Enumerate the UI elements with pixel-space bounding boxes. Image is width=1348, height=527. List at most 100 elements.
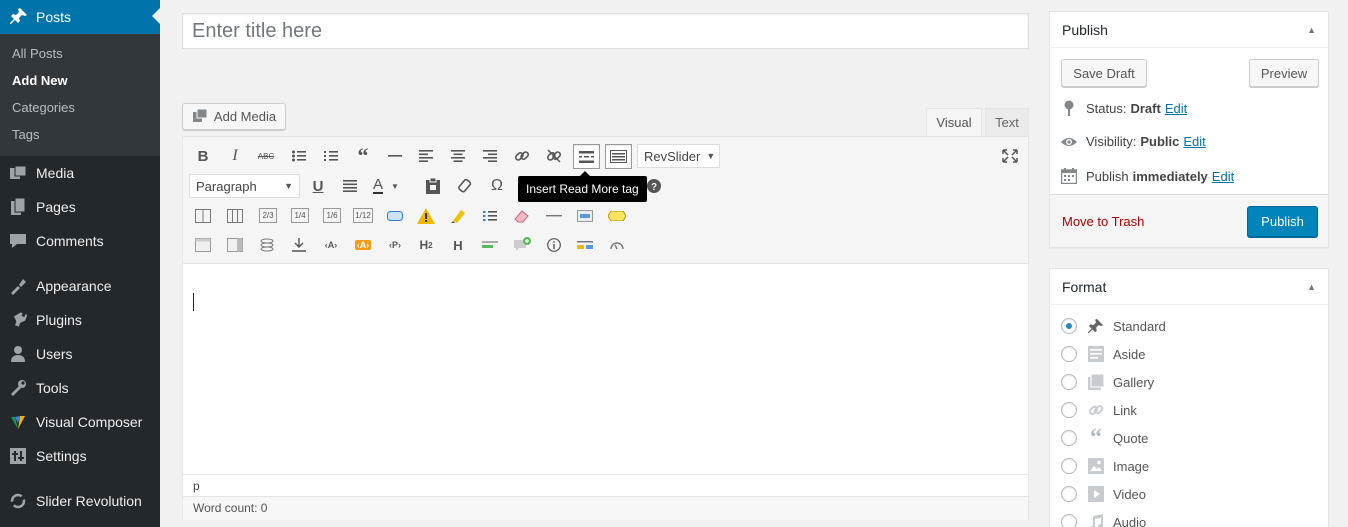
format-radio-audio[interactable] bbox=[1061, 514, 1077, 527]
format-option-audio[interactable]: Audio bbox=[1061, 511, 1146, 527]
format-option-quote[interactable]: “ Quote bbox=[1061, 426, 1148, 450]
fullscreen-icon[interactable] bbox=[998, 144, 1022, 168]
remove-link-button[interactable] bbox=[542, 144, 566, 168]
edit-schedule-link[interactable]: Edit bbox=[1212, 169, 1234, 184]
sidebar-item-slider-revolution[interactable]: Slider Revolution bbox=[0, 484, 160, 518]
format-option-aside[interactable]: Aside bbox=[1061, 343, 1146, 365]
align-left-button[interactable] bbox=[414, 144, 438, 168]
sidebar-item-posts[interactable]: Posts bbox=[0, 0, 160, 34]
format-radio-link[interactable] bbox=[1061, 402, 1077, 418]
quote-speedometer-icon[interactable] bbox=[605, 233, 629, 257]
format-option-image[interactable]: Image bbox=[1061, 455, 1149, 477]
tabs-icon[interactable] bbox=[573, 233, 597, 257]
save-draft-button[interactable]: Save Draft bbox=[1061, 59, 1147, 87]
revslider-dropdown[interactable]: RevSlider ▼ bbox=[637, 144, 720, 168]
paragraph-tag-icon[interactable]: ‹P› bbox=[383, 233, 407, 257]
numbered-list-button[interactable] bbox=[319, 144, 343, 168]
add-comment-icon[interactable] bbox=[510, 233, 534, 257]
italic-button[interactable]: I bbox=[223, 144, 247, 168]
heading-icon[interactable]: H bbox=[446, 233, 470, 257]
format-radio-standard[interactable] bbox=[1061, 318, 1077, 334]
submenu-categories[interactable]: Categories bbox=[0, 94, 160, 121]
eraser-icon[interactable] bbox=[510, 204, 534, 228]
submenu-tags[interactable]: Tags bbox=[0, 121, 160, 148]
submenu-all-posts[interactable]: All Posts bbox=[0, 40, 160, 67]
horizontal-line-button[interactable] bbox=[383, 144, 407, 168]
blockquote-button[interactable]: “ bbox=[351, 143, 375, 168]
align-tag-icon[interactable]: ‹A› bbox=[319, 233, 343, 257]
add-media-button[interactable]: Add Media bbox=[182, 103, 286, 130]
clear-formatting-button[interactable] bbox=[453, 174, 477, 198]
heading2-icon[interactable]: H2 bbox=[414, 233, 438, 257]
column-sixth-icon[interactable]: 1/6 bbox=[323, 208, 341, 223]
button-shortcode-icon[interactable] bbox=[383, 204, 407, 228]
edit-visibility-link[interactable]: Edit bbox=[1183, 134, 1205, 149]
tab-visual[interactable]: Visual bbox=[926, 108, 982, 136]
justify-button[interactable] bbox=[338, 174, 362, 198]
format-radio-image[interactable] bbox=[1061, 458, 1077, 474]
insert-link-button[interactable] bbox=[510, 144, 534, 168]
align-center-button[interactable] bbox=[446, 144, 470, 168]
sidebar-item-comments[interactable]: Comments bbox=[0, 224, 160, 258]
publish-button[interactable]: Publish bbox=[1247, 206, 1318, 237]
sidebar-item-pages[interactable]: Pages bbox=[0, 190, 160, 224]
format-box-header[interactable]: Format ▲ bbox=[1050, 269, 1328, 305]
paste-text-button[interactable] bbox=[421, 174, 445, 198]
format-option-video[interactable]: Video bbox=[1061, 483, 1146, 505]
format-option-gallery[interactable]: Gallery bbox=[1061, 371, 1154, 393]
post-title-input[interactable] bbox=[182, 13, 1029, 49]
strikethrough-button[interactable]: ABC bbox=[254, 144, 278, 168]
sidebar-panel-icon[interactable] bbox=[223, 233, 247, 257]
collapse-arrow-icon[interactable]: ▲ bbox=[1307, 269, 1316, 305]
audio-icon bbox=[1087, 514, 1105, 527]
tab-text[interactable]: Text bbox=[985, 108, 1029, 136]
underline-button[interactable]: U bbox=[306, 174, 330, 198]
tag-shortcode-icon[interactable] bbox=[605, 204, 629, 228]
column-half-icon[interactable] bbox=[191, 204, 215, 228]
download-icon[interactable] bbox=[287, 233, 311, 257]
format-radio-video[interactable] bbox=[1061, 486, 1077, 502]
panel-icon[interactable] bbox=[191, 233, 215, 257]
format-radio-quote[interactable] bbox=[1061, 430, 1077, 446]
format-option-standard[interactable]: Standard bbox=[1061, 315, 1166, 337]
editor-content-area[interactable] bbox=[183, 264, 1028, 474]
column-third-icon[interactable] bbox=[223, 204, 247, 228]
toolbar-toggle-button[interactable] bbox=[605, 144, 632, 169]
edit-status-link[interactable]: Edit bbox=[1165, 101, 1187, 116]
format-radio-aside[interactable] bbox=[1061, 346, 1077, 362]
sidebar-item-appearance[interactable]: Appearance bbox=[0, 269, 160, 303]
publish-box-header[interactable]: Publish ▲ bbox=[1050, 12, 1328, 48]
paragraph-format-select[interactable]: Paragraph ▼ bbox=[189, 174, 300, 198]
sidebar-item-settings[interactable]: Settings bbox=[0, 439, 160, 473]
bold-button[interactable]: B bbox=[191, 144, 215, 168]
highlight-icon[interactable] bbox=[446, 204, 470, 228]
info-icon[interactable] bbox=[542, 233, 566, 257]
text-color-button[interactable]: A ▼ bbox=[370, 174, 410, 198]
checklist-icon[interactable] bbox=[478, 204, 502, 228]
format-option-link[interactable]: Link bbox=[1061, 399, 1137, 421]
sidebar-item-media[interactable]: Media bbox=[0, 156, 160, 190]
sidebar-item-visual-composer[interactable]: Visual Composer bbox=[0, 405, 160, 439]
special-character-button[interactable]: Ω bbox=[485, 174, 509, 198]
submenu-add-new[interactable]: Add New bbox=[0, 67, 160, 94]
divider-icon[interactable] bbox=[542, 204, 566, 228]
warning-icon[interactable] bbox=[414, 204, 438, 228]
format-radio-gallery[interactable] bbox=[1061, 374, 1077, 390]
sidebar-item-plugins[interactable]: Plugins bbox=[0, 303, 160, 337]
sidebar-item-tools[interactable]: Tools bbox=[0, 371, 160, 405]
highlight-tag-icon[interactable]: ‹A› bbox=[351, 233, 375, 257]
image-box-icon[interactable] bbox=[573, 204, 597, 228]
bullet-list-button[interactable] bbox=[287, 144, 311, 168]
column-twelfth-icon[interactable]: 1/12 bbox=[353, 208, 373, 223]
align-right-button[interactable] bbox=[478, 144, 502, 168]
collapse-arrow-icon[interactable]: ▲ bbox=[1307, 12, 1316, 48]
sidebar-item-label: Posts bbox=[36, 9, 72, 25]
column-two-thirds-icon[interactable]: 2/3 bbox=[259, 208, 277, 223]
video-icon bbox=[1087, 486, 1105, 502]
sidebar-item-users[interactable]: Users bbox=[0, 337, 160, 371]
preview-button[interactable]: Preview bbox=[1249, 59, 1319, 87]
column-quarter-icon[interactable]: 1/4 bbox=[291, 208, 309, 223]
progress-bar-icon[interactable] bbox=[478, 233, 502, 257]
stack-icon[interactable] bbox=[255, 233, 279, 257]
move-to-trash-link[interactable]: Move to Trash bbox=[1062, 214, 1144, 229]
